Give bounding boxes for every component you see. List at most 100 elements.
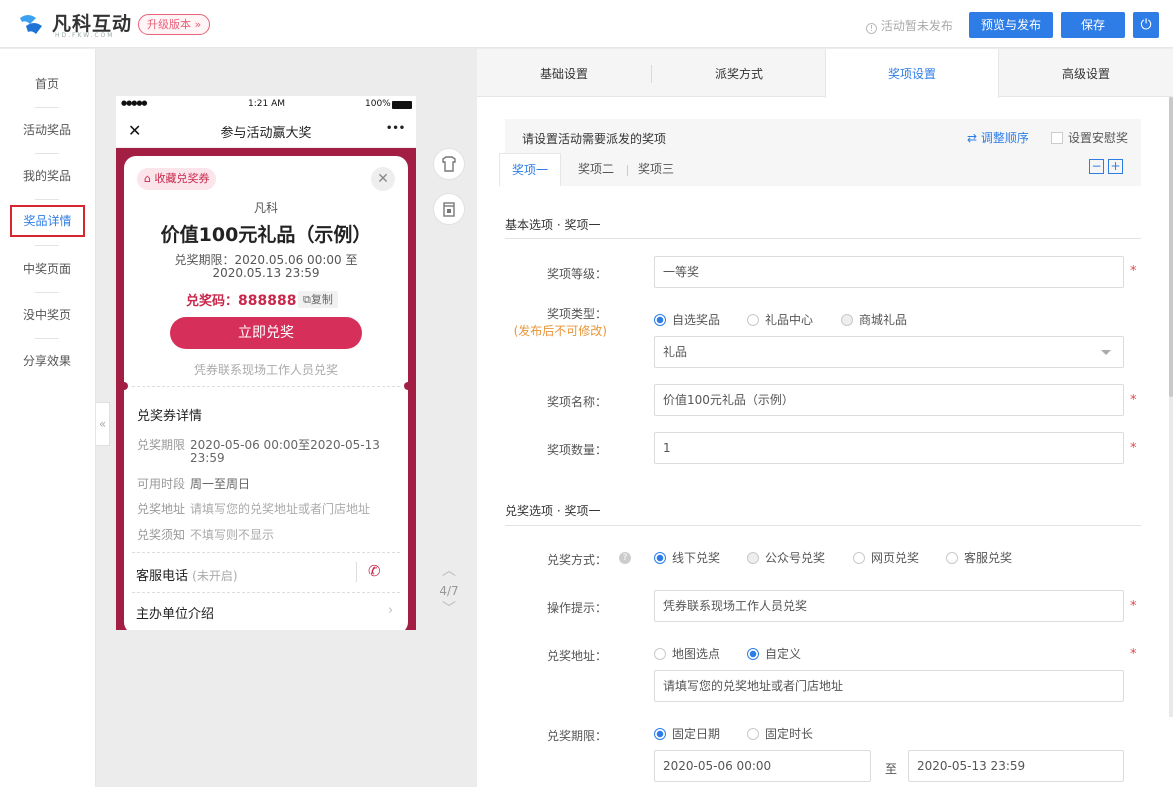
top-header: 凡科互动 HD.FKW.COM 升级版本 » ! 活动暂未发布 预览与发布 保存… <box>0 0 1173 48</box>
reorder-button[interactable]: ⇄ 调整顺序 <box>967 129 1029 146</box>
nav-item-win-page[interactable]: 中奖页面 <box>0 259 94 279</box>
checkbox-icon <box>1051 131 1063 144</box>
nav-item-prize-details[interactable]: 奖品详情 <box>10 205 85 237</box>
nav-divider <box>35 338 59 339</box>
period-option-fixed-date[interactable]: 固定日期 <box>654 727 720 741</box>
prize-qty-input[interactable]: 1 <box>654 432 1124 464</box>
minus-icon[interactable]: − <box>1089 159 1104 174</box>
address-input[interactable]: 请填写您的兑奖地址或者门店地址 <box>654 670 1124 702</box>
method-option-web[interactable]: 网页兑奖 <box>853 551 919 565</box>
radio-icon <box>946 552 958 564</box>
tab-distribution[interactable]: 派奖方式 <box>652 49 826 97</box>
section-divider <box>505 238 1141 239</box>
close-card-icon[interactable]: ✕ <box>371 167 395 191</box>
organizer-intro-link[interactable]: 主办单位介绍 <box>136 603 214 622</box>
end-date-input[interactable]: 2020-05-13 23:59 <box>908 750 1124 782</box>
favorite-coupon-button[interactable]: ⌂ 收藏兑奖券 <box>137 168 217 190</box>
upgrade-version-button[interactable]: 升级版本 » <box>138 14 211 35</box>
help-icon[interactable]: ? <box>619 552 631 564</box>
method-official-account-label: 公众号兑奖 <box>765 551 826 565</box>
radio-icon <box>747 728 759 740</box>
service-phone-status: (未开启) <box>192 569 238 583</box>
more-icon[interactable]: ••• <box>386 123 405 134</box>
address-map-label: 地图选点 <box>672 647 721 661</box>
logo-subtext: HD.FKW.COM <box>55 32 115 39</box>
consolation-checkbox[interactable]: 设置安慰奖 <box>1051 129 1128 146</box>
type-option-custom[interactable]: 自选奖品 <box>654 313 720 327</box>
required-mark: * <box>1130 599 1137 614</box>
required-mark: * <box>1130 393 1137 408</box>
radio-icon <box>747 552 759 564</box>
start-date-input[interactable]: 2020-05-06 00:00 <box>654 750 871 782</box>
required-mark: * <box>1130 441 1137 456</box>
detail-label-notice: 兑奖须知 <box>137 528 186 542</box>
prize-qty-label: 奖项数量： <box>546 443 607 457</box>
coupon-notch-right <box>404 382 412 390</box>
nav-item-my-prizes[interactable]: 我的奖品 <box>0 166 94 186</box>
tab-basic[interactable]: 基础设置 <box>477 49 651 97</box>
period-label: 兑奖期限： <box>546 729 607 743</box>
address-option-map[interactable]: 地图选点 <box>654 647 720 661</box>
type-note: (发布后不可修改) <box>513 324 607 338</box>
tip-input[interactable]: 凭券联系现场工作人员兑奖 <box>654 590 1124 622</box>
sub-tab-prize-3[interactable]: 奖项三 <box>625 153 687 186</box>
method-option-official-account[interactable]: 公众号兑奖 <box>747 551 825 565</box>
collapse-panel-button[interactable]: « <box>96 402 110 446</box>
detail-value-notice: 不填写则不显示 <box>190 528 275 542</box>
tab-advanced[interactable]: 高级设置 <box>999 49 1173 97</box>
plus-icon[interactable]: + <box>1108 159 1123 174</box>
copy-icon: ⧉ <box>303 293 311 306</box>
dashed-divider <box>132 592 400 593</box>
sub-tab-prize-1[interactable]: 奖项一 <box>499 153 561 186</box>
nav-divider <box>35 153 59 154</box>
level-input[interactable]: 一等奖 <box>654 256 1124 288</box>
period-option-fixed-duration[interactable]: 固定时长 <box>747 727 813 741</box>
reorder-label: 调整顺序 <box>980 131 1029 145</box>
service-phone-row[interactable]: 客服电话 (未开启) <box>136 565 238 584</box>
theme-icon[interactable] <box>433 148 465 180</box>
basic-section-title: 基本选项 · 奖项一 <box>505 218 601 232</box>
nav-item-home[interactable]: 首页 <box>0 74 94 94</box>
coupon-card: ⌂ 收藏兑奖券 ✕ 凡科 价值100元礼品（示例） 兑奖期限：2020.05.0… <box>124 156 408 630</box>
template-icon[interactable] <box>433 193 465 225</box>
type-option-mall-gift[interactable]: 商城礼品 <box>841 313 907 327</box>
preview-publish-button[interactable]: 预览与发布 <box>969 12 1053 38</box>
phone-title: 参与活动赢大奖 <box>220 126 312 141</box>
chevron-up-icon[interactable]: ︿ <box>432 560 466 582</box>
method-option-service[interactable]: 客服兑奖 <box>946 551 1012 565</box>
power-icon[interactable]: ⏻ <box>1133 12 1159 38</box>
detail-value-period-2: 23:59 <box>190 451 225 465</box>
nav-item-lose-page[interactable]: 没中奖页 <box>0 305 94 325</box>
tab-prize-settings[interactable]: 奖项设置 <box>825 49 999 98</box>
chevron-down-icon[interactable]: ﹀ <box>432 598 466 620</box>
required-mark: * <box>1130 647 1137 662</box>
method-option-offline[interactable]: 线下兑奖 <box>654 551 720 565</box>
nav-item-share[interactable]: 分享效果 <box>0 351 94 371</box>
prize-name-input[interactable]: 价值100元礼品（示例） <box>654 384 1124 416</box>
prize-setting-hint: 请设置活动需要派发的奖项 <box>522 132 667 146</box>
address-option-custom[interactable]: 自定义 <box>747 647 801 661</box>
gift-type-select[interactable]: 礼品 <box>654 336 1124 368</box>
copy-label: 复制 <box>310 293 333 306</box>
save-button[interactable]: 保存 <box>1061 12 1125 38</box>
copy-button[interactable]: ⧉复制 <box>298 291 338 308</box>
tip-label: 操作提示： <box>546 601 607 615</box>
phone-call-icon[interactable]: ✆ <box>368 562 381 580</box>
radio-checked-icon <box>654 728 666 740</box>
sub-tab-prize-2[interactable]: 奖项二 <box>565 153 627 186</box>
type-option-mall-gift-label: 商城礼品 <box>859 313 908 327</box>
redeem-now-button[interactable]: 立即兑奖 <box>170 317 362 349</box>
nav-item-activity-prizes[interactable]: 活动奖品 <box>0 120 94 140</box>
scrollbar-thumb[interactable] <box>1169 97 1173 397</box>
period-fixed-date-label: 固定日期 <box>672 727 721 741</box>
radio-icon <box>853 552 865 564</box>
type-label: 奖项类型： <box>546 307 607 321</box>
prize-list-box: 请设置活动需要派发的奖项 ⇄ 调整顺序 设置安慰奖 奖项一 奖项二 奖项三 − … <box>499 119 1141 186</box>
house-icon: ⌂ <box>144 172 155 185</box>
method-offline-label: 线下兑奖 <box>672 551 721 565</box>
type-option-gift-center[interactable]: 礼品中心 <box>747 313 813 327</box>
detail-value-hours: 周一至周日 <box>190 477 251 491</box>
prize-name-label: 奖项名称： <box>546 395 607 409</box>
dashed-divider <box>132 552 400 553</box>
radio-checked-icon <box>654 314 666 326</box>
